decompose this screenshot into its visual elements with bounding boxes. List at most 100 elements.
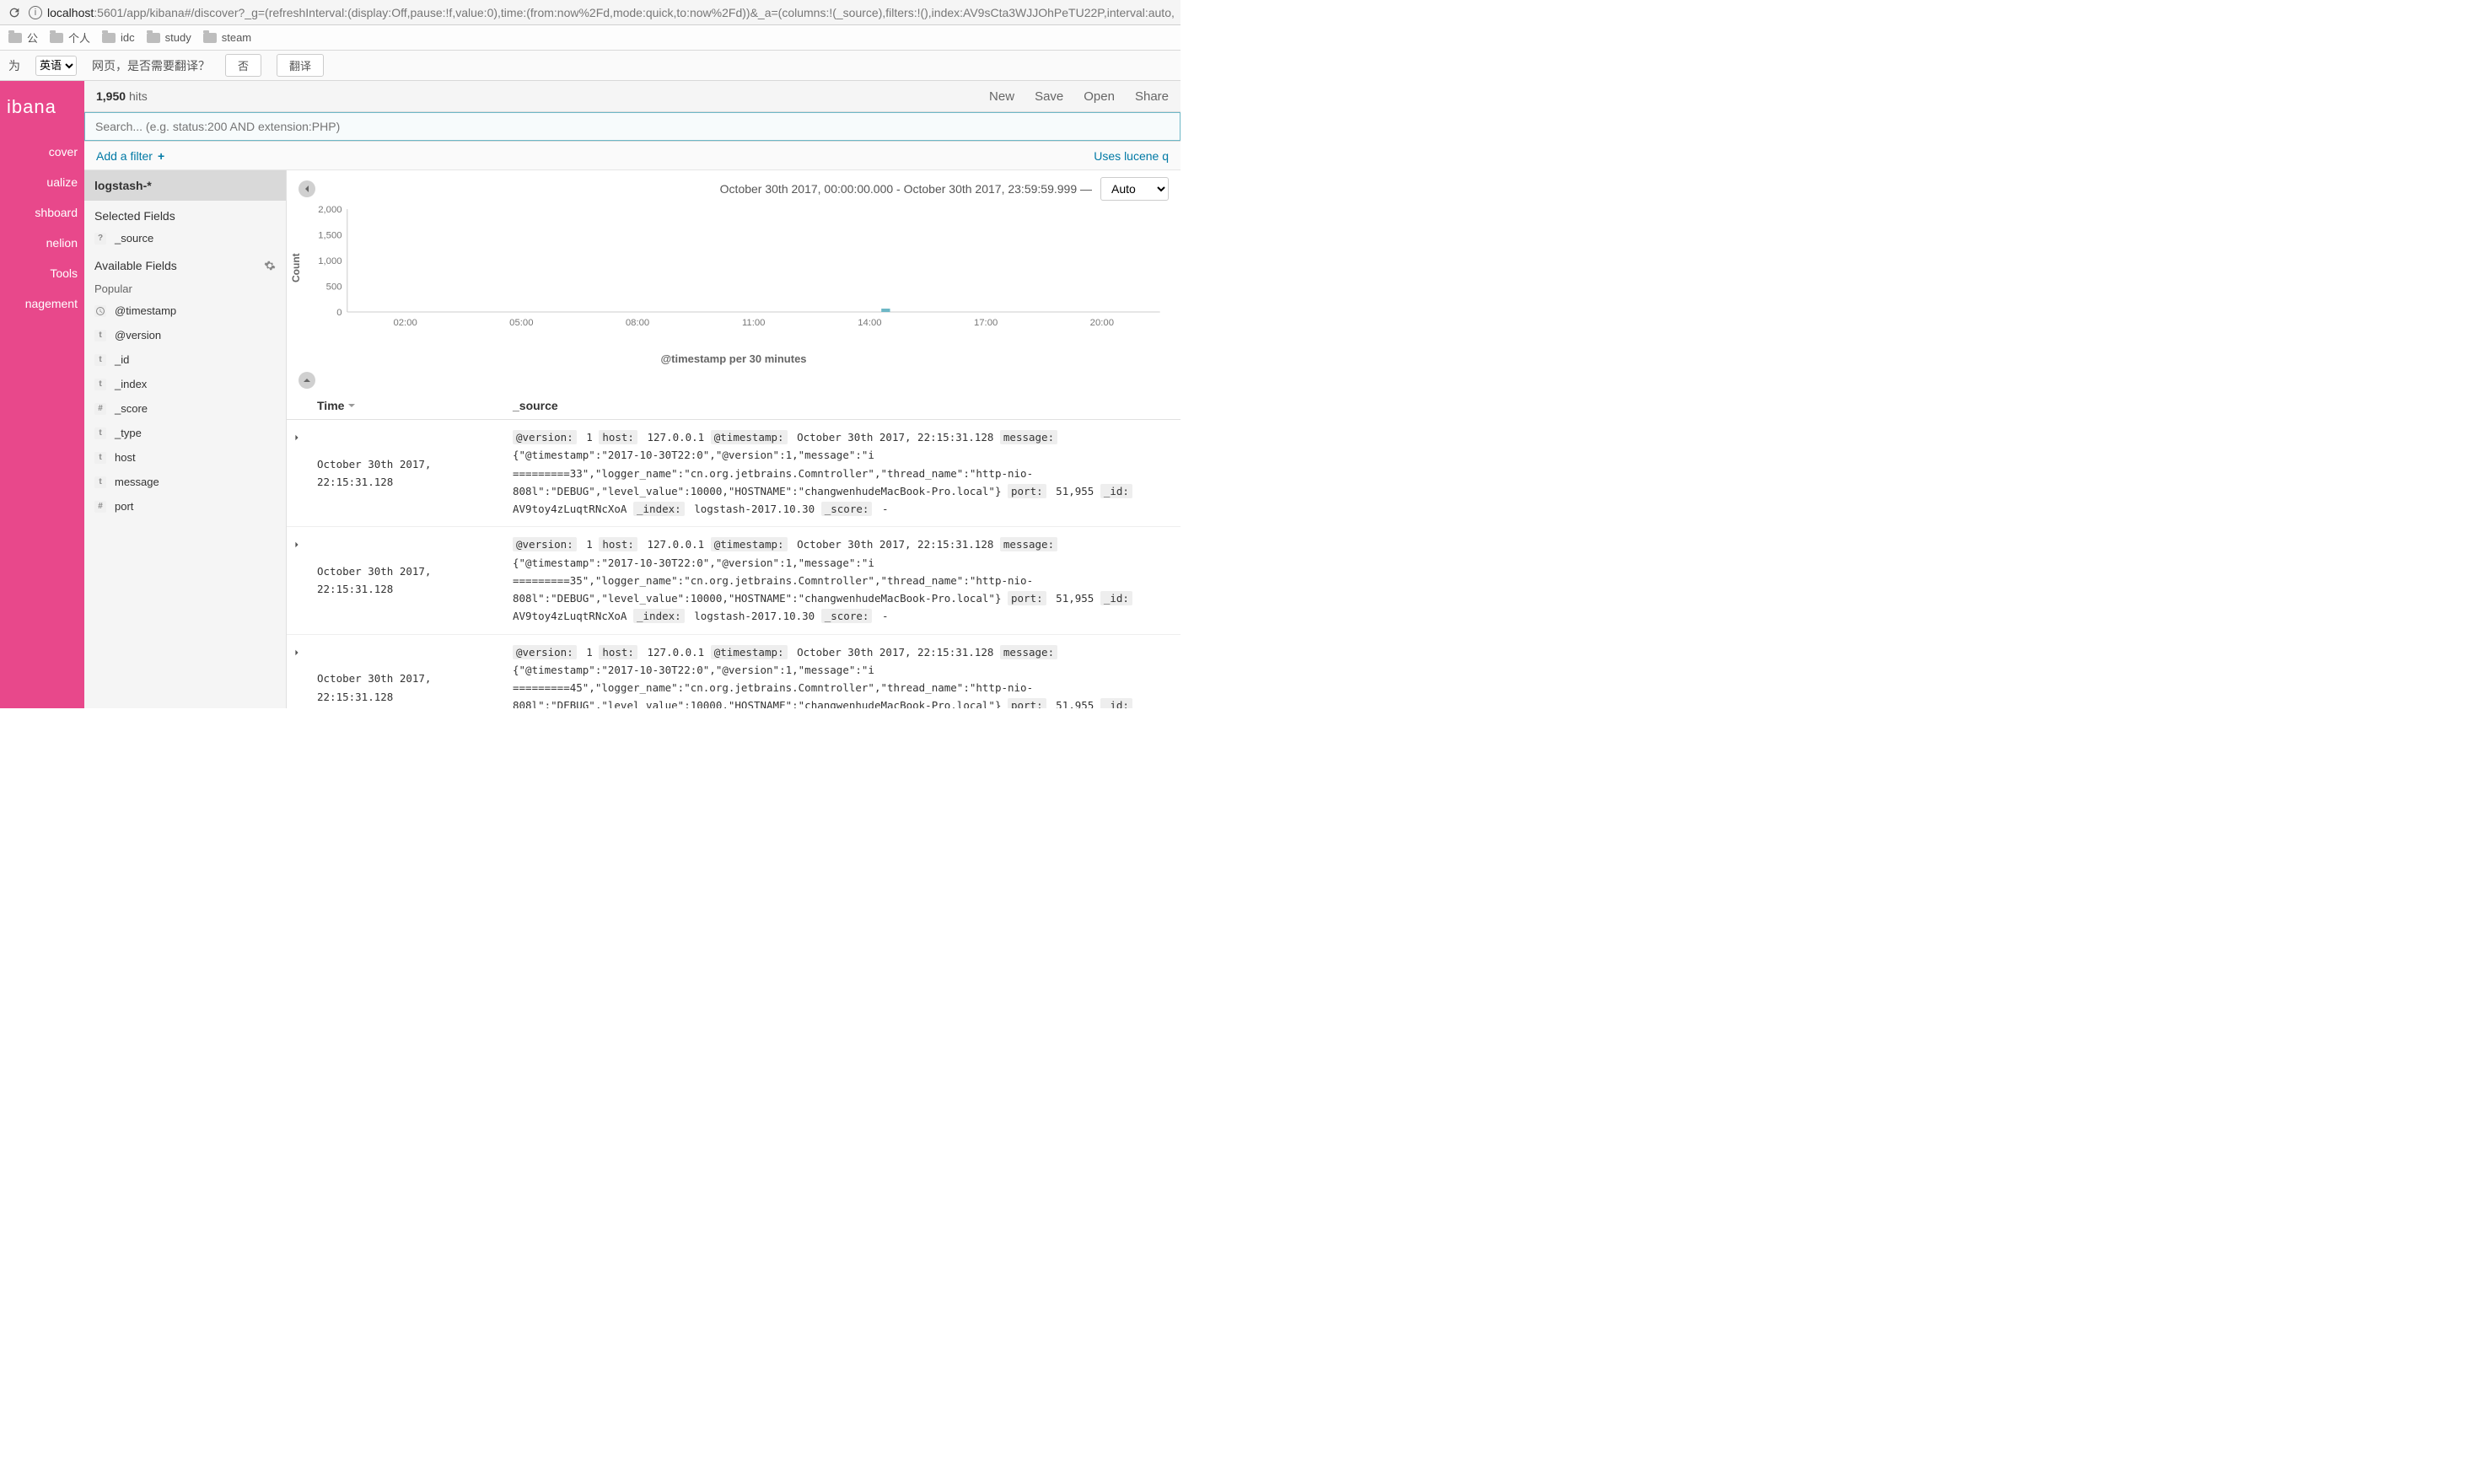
- translate-no-button[interactable]: 否: [225, 54, 261, 77]
- svg-text:1,000: 1,000: [318, 256, 342, 266]
- svg-text:14:00: 14:00: [858, 318, 881, 328]
- source-field-key: _index:: [633, 502, 685, 516]
- gear-icon[interactable]: [264, 260, 276, 272]
- translate-prefix: 为: [8, 57, 20, 74]
- field-type-icon: t: [94, 476, 106, 488]
- url-display[interactable]: localhost:5601/app/kibana#/discover?_g=(…: [47, 6, 1174, 19]
- side-navigation: ibana coverualizeshboardnelionToolsnagem…: [0, 81, 84, 708]
- folder-icon: [102, 33, 116, 43]
- field-name: _source: [115, 232, 153, 245]
- source-field-key: message:: [1000, 537, 1057, 551]
- clock-icon: [94, 305, 106, 317]
- field-row[interactable]: t @version: [84, 323, 286, 347]
- expand-caret-icon[interactable]: [287, 635, 310, 709]
- sidenav-item[interactable]: cover: [0, 137, 84, 167]
- expand-caret-icon[interactable]: [287, 527, 310, 633]
- x-axis-label: @timestamp per 30 minutes: [287, 352, 1181, 368]
- svg-text:20:00: 20:00: [1090, 318, 1114, 328]
- sidenav-item[interactable]: nagement: [0, 288, 84, 319]
- translate-question: 网页，是否需要翻译？: [92, 57, 210, 74]
- y-axis-label: Count: [290, 253, 302, 282]
- table-header: Time _source: [287, 392, 1181, 420]
- interval-select[interactable]: Auto: [1100, 177, 1169, 201]
- site-info-icon[interactable]: i: [29, 6, 42, 19]
- source-field-key: message:: [1000, 645, 1057, 659]
- bookmark-item[interactable]: idc: [102, 31, 135, 44]
- top-bar: 1,950 hits New Save Open Share: [84, 81, 1181, 111]
- source-field-key: @timestamp:: [711, 430, 788, 444]
- time-range-display: October 30th 2017, 00:00:00.000 - Octobe…: [324, 182, 1092, 196]
- bookmarks-bar: 公个人 idc study steam: [0, 25, 1181, 51]
- field-row[interactable]: t message: [84, 470, 286, 494]
- field-type-icon: t: [94, 354, 106, 366]
- field-row[interactable]: t_type: [84, 421, 286, 445]
- folder-icon: [8, 33, 22, 43]
- svg-text:2,000: 2,000: [318, 205, 342, 215]
- sort-caret-icon: [347, 399, 356, 412]
- translate-lang-select[interactable]: 英语: [35, 56, 77, 76]
- field-name: _score: [115, 402, 148, 415]
- source-field-key: @version:: [513, 430, 577, 444]
- field-type-icon: t: [94, 330, 106, 341]
- sidenav-item[interactable]: ualize: [0, 167, 84, 197]
- field-name: port: [115, 500, 133, 513]
- field-row[interactable]: t _id: [84, 347, 286, 372]
- open-button[interactable]: Open: [1084, 89, 1115, 104]
- brand-logo[interactable]: ibana: [0, 81, 84, 137]
- field-name: message: [115, 476, 159, 488]
- source-field-key: _id:: [1100, 698, 1132, 708]
- chevron-left-icon[interactable]: [298, 180, 315, 197]
- field-name: _id: [115, 353, 129, 366]
- source-field-key: host:: [599, 430, 637, 444]
- save-button[interactable]: Save: [1035, 89, 1063, 104]
- sidenav-item[interactable]: nelion: [0, 228, 84, 258]
- field-type-icon: t: [94, 427, 106, 439]
- svg-text:05:00: 05:00: [509, 318, 533, 328]
- index-pattern-select[interactable]: logstash-*: [84, 170, 286, 201]
- field-name: @timestamp: [115, 304, 176, 317]
- reload-icon[interactable]: [7, 5, 22, 20]
- field-row[interactable]: @timestamp: [84, 298, 286, 323]
- bookmark-item[interactable]: study: [147, 31, 191, 44]
- bookmark-item[interactable]: steam: [203, 31, 251, 44]
- document-table: Time _source October 30th 2017, 22:15:31…: [287, 392, 1181, 708]
- hit-count: 1,950 hits: [96, 89, 148, 103]
- bookmark-item[interactable]: 个人: [50, 30, 90, 46]
- source-field-key: port:: [1008, 591, 1046, 605]
- field-row[interactable]: ?_source: [84, 226, 286, 250]
- lucene-syntax-link[interactable]: Uses lucene q: [1094, 149, 1169, 163]
- sidenav-item[interactable]: Tools: [0, 258, 84, 288]
- field-name: @version: [115, 329, 161, 341]
- expand-caret-icon[interactable]: [287, 420, 310, 526]
- field-row[interactable]: #port: [84, 494, 286, 519]
- svg-text:02:00: 02:00: [393, 318, 417, 328]
- doc-source: @version: 1 host: 127.0.0.1 @timestamp: …: [506, 420, 1181, 526]
- source-field-key: @timestamp:: [711, 645, 788, 659]
- source-field-key: @version:: [513, 537, 577, 551]
- translate-yes-button[interactable]: 翻译: [277, 54, 324, 77]
- source-column-header[interactable]: _source: [506, 392, 1181, 419]
- folder-icon: [50, 33, 63, 43]
- sidenav-item[interactable]: shboard: [0, 197, 84, 228]
- add-filter-button[interactable]: Add a filter+: [96, 149, 164, 163]
- search-input[interactable]: [84, 112, 1181, 141]
- field-row[interactable]: thost: [84, 445, 286, 470]
- histogram-chart[interactable]: Count 05001,0001,5002,00002:0005:0008:00…: [287, 201, 1181, 352]
- time-column-header[interactable]: Time: [310, 392, 506, 419]
- source-field-key: host:: [599, 537, 637, 551]
- doc-time: October 30th 2017, 22:15:31.128: [310, 420, 506, 526]
- svg-text:0: 0: [336, 308, 342, 318]
- folder-icon: [203, 33, 217, 43]
- doc-time: October 30th 2017, 22:15:31.128: [310, 527, 506, 633]
- source-field-key: _index:: [633, 609, 685, 623]
- bookmark-item[interactable]: 公: [8, 30, 38, 46]
- share-button[interactable]: Share: [1135, 89, 1169, 104]
- translate-bar: 为 英语 网页，是否需要翻译？ 否 翻译: [0, 51, 1181, 81]
- source-field-key: _id:: [1100, 484, 1132, 498]
- svg-text:11:00: 11:00: [742, 318, 766, 328]
- chevron-up-icon[interactable]: [298, 372, 315, 389]
- field-row[interactable]: #_score: [84, 396, 286, 421]
- plus-icon: +: [158, 149, 164, 163]
- new-button[interactable]: New: [989, 89, 1014, 104]
- field-row[interactable]: t_index: [84, 372, 286, 396]
